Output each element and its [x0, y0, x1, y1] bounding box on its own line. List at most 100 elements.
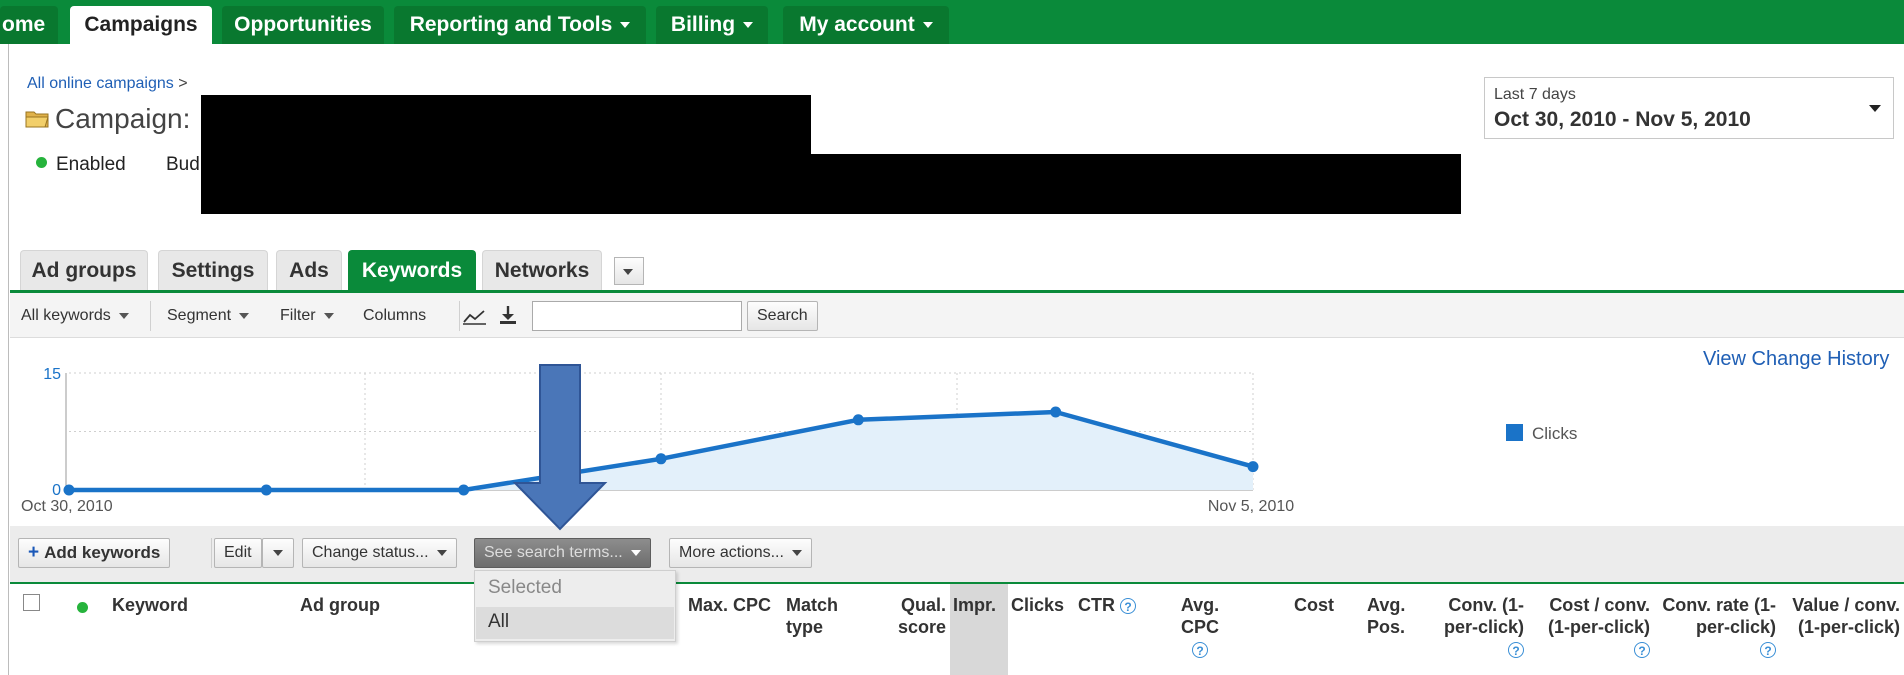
column-header-max-cpc[interactable]: Max. CPC [688, 594, 771, 616]
segment-dropdown[interactable]: Segment [167, 307, 250, 325]
tab-networks-label: Networks [494, 259, 590, 282]
columns-button[interactable]: Columns [363, 307, 426, 325]
chevron-down-icon [436, 549, 447, 556]
download-icon[interactable] [497, 304, 519, 326]
tab-keywords-label: Keywords [361, 259, 463, 282]
column-header-cost-per-conv[interactable]: Cost / conv. (1-per-click)? [1538, 594, 1650, 660]
date-range-selector[interactable]: Last 7 days Oct 30, 2010 - Nov 5, 2010 [1484, 77, 1894, 139]
top-navigation-bar: ome Campaigns Opportunities Reporting an… [0, 0, 1904, 44]
edit-button[interactable]: Edit [214, 538, 262, 568]
nav-my-account-label: My account [799, 13, 915, 36]
keywords-toolbar: All keywords Segment Filter Columns Sear… [10, 293, 1904, 338]
column-header-avg-cpc[interactable]: Avg. CPC? [1160, 594, 1240, 660]
column-header-value-per-conv[interactable]: Value / conv. (1-per-click) [1784, 594, 1900, 638]
help-icon[interactable]: ? [1760, 642, 1776, 659]
nav-opportunities[interactable]: Opportunities [222, 6, 384, 44]
nav-my-account[interactable]: My account [783, 6, 949, 44]
table-header: Keyword Ad group Max. CPC Match type Qua… [10, 584, 1904, 675]
chevron-down-icon [118, 312, 129, 319]
legend-label-clicks: Clicks [1532, 424, 1577, 443]
nav-home-label: ome [2, 13, 46, 36]
help-icon[interactable]: ? [1634, 642, 1650, 659]
nav-opportunities-label: Opportunities [234, 13, 372, 36]
edit-dropdown-button[interactable] [262, 538, 294, 568]
help-icon[interactable]: ? [1508, 642, 1524, 659]
search-terms-option-all: All [488, 611, 510, 632]
clicks-data-point [458, 484, 470, 496]
nav-campaigns-label: Campaigns [84, 13, 198, 36]
chevron-down-icon [743, 22, 754, 29]
legend-swatch-clicks [1506, 424, 1523, 441]
column-header-conv-rate[interactable]: Conv. rate (1-per-click)? [1662, 594, 1776, 660]
breadcrumb-separator: > [178, 75, 188, 92]
search-button[interactable]: Search [747, 301, 818, 331]
annotation-down-arrow-icon [512, 364, 608, 531]
help-icon[interactable]: ? [1192, 642, 1208, 659]
add-keywords-button[interactable]: + Add keywords [18, 538, 171, 568]
campaign-budget-label: Bud [166, 154, 200, 175]
column-header-ctr[interactable]: CTR ? [1078, 594, 1137, 616]
tab-ad-groups[interactable]: Ad groups [20, 250, 148, 290]
clicks-data-point [655, 453, 667, 465]
filter-label: Filter [280, 307, 316, 324]
tab-settings-label: Settings [171, 259, 255, 282]
filter-dropdown[interactable]: Filter [280, 307, 334, 325]
column-header-match-type[interactable]: Match type [786, 594, 854, 638]
keywords-action-bar: + Add keywords Edit Change status... See … [10, 526, 1904, 584]
date-range-label: Last 7 days [1494, 86, 1576, 103]
nav-reporting-label: Reporting and Tools [409, 13, 613, 36]
page-title: Campaign: [25, 103, 190, 135]
column-header-cost-per-conv-label: Cost / conv. (1-per-click) [1547, 595, 1650, 637]
column-header-clicks[interactable]: Clicks [1011, 594, 1064, 616]
column-header-conv[interactable]: Conv. (1-per-click) ? [1440, 594, 1524, 660]
add-keywords-label: Add keywords [44, 543, 161, 562]
change-status-button[interactable]: Change status... [302, 538, 457, 568]
chevron-down-icon [323, 312, 334, 319]
chevron-down-icon [623, 269, 633, 275]
column-header-avg-pos[interactable]: Avg. Pos. [1367, 594, 1413, 638]
nav-billing-label: Billing [670, 13, 736, 36]
tab-ads-label: Ads [289, 259, 329, 282]
breadcrumb: All online campaigns > [27, 75, 188, 93]
keyword-search-input[interactable] [532, 301, 742, 331]
column-header-ad-group[interactable]: Ad group [300, 594, 380, 616]
folder-icon [25, 111, 49, 128]
tab-networks[interactable]: Networks [482, 250, 602, 290]
change-status-label: Change status... [312, 544, 429, 561]
nav-billing[interactable]: Billing [656, 6, 768, 44]
columns-label: Columns [363, 307, 427, 324]
clicks-chart: 15 0 Oct 30, 2010 Nov 5, 2010 Clicks [21, 366, 1577, 515]
all-keywords-dropdown[interactable]: All keywords [21, 307, 129, 325]
y-tick-label-0: 0 [52, 482, 61, 499]
nav-campaigns[interactable]: Campaigns [70, 6, 212, 44]
column-header-impr[interactable]: Impr. [953, 594, 996, 616]
divider [459, 301, 460, 331]
search-terms-option-all-row[interactable]: All [476, 607, 674, 639]
plus-icon: + [28, 542, 40, 563]
tab-settings[interactable]: Settings [158, 250, 268, 290]
campaign-status: Enabled [36, 154, 126, 176]
help-icon[interactable]: ? [1120, 598, 1137, 615]
chart-toggle-icon[interactable] [462, 306, 488, 326]
y-tick-label-15: 15 [43, 366, 61, 383]
select-all-checkbox[interactable] [23, 594, 40, 611]
column-header-qual-score[interactable]: Qual. score [890, 594, 946, 638]
more-actions-button[interactable]: More actions... [669, 538, 812, 568]
see-search-terms-button[interactable]: See search terms... [474, 538, 651, 568]
search-terms-option-selected[interactable]: Selected [488, 577, 562, 599]
breadcrumb-all-campaigns-link[interactable]: All online campaigns [27, 75, 174, 92]
tab-ads[interactable]: Ads [276, 250, 342, 290]
view-change-history-link[interactable]: View Change History [1703, 348, 1889, 371]
column-header-conv-rate-label: Conv. rate (1-per-click) [1662, 595, 1776, 637]
more-tabs-button[interactable] [614, 257, 644, 285]
nav-reporting-and-tools[interactable]: Reporting and Tools [394, 6, 646, 44]
column-header-cost[interactable]: Cost [1294, 594, 1334, 616]
column-header-keyword[interactable]: Keyword [112, 594, 188, 616]
campaign-title-label: Campaign: [55, 103, 191, 134]
date-range-value: Oct 30, 2010 - Nov 5, 2010 [1494, 108, 1751, 131]
nav-home[interactable]: ome [0, 6, 58, 44]
chevron-down-icon [620, 22, 631, 29]
all-keywords-label: All keywords [21, 307, 111, 324]
tab-keywords[interactable]: Keywords [348, 250, 476, 290]
chevron-down-icon [630, 549, 641, 556]
